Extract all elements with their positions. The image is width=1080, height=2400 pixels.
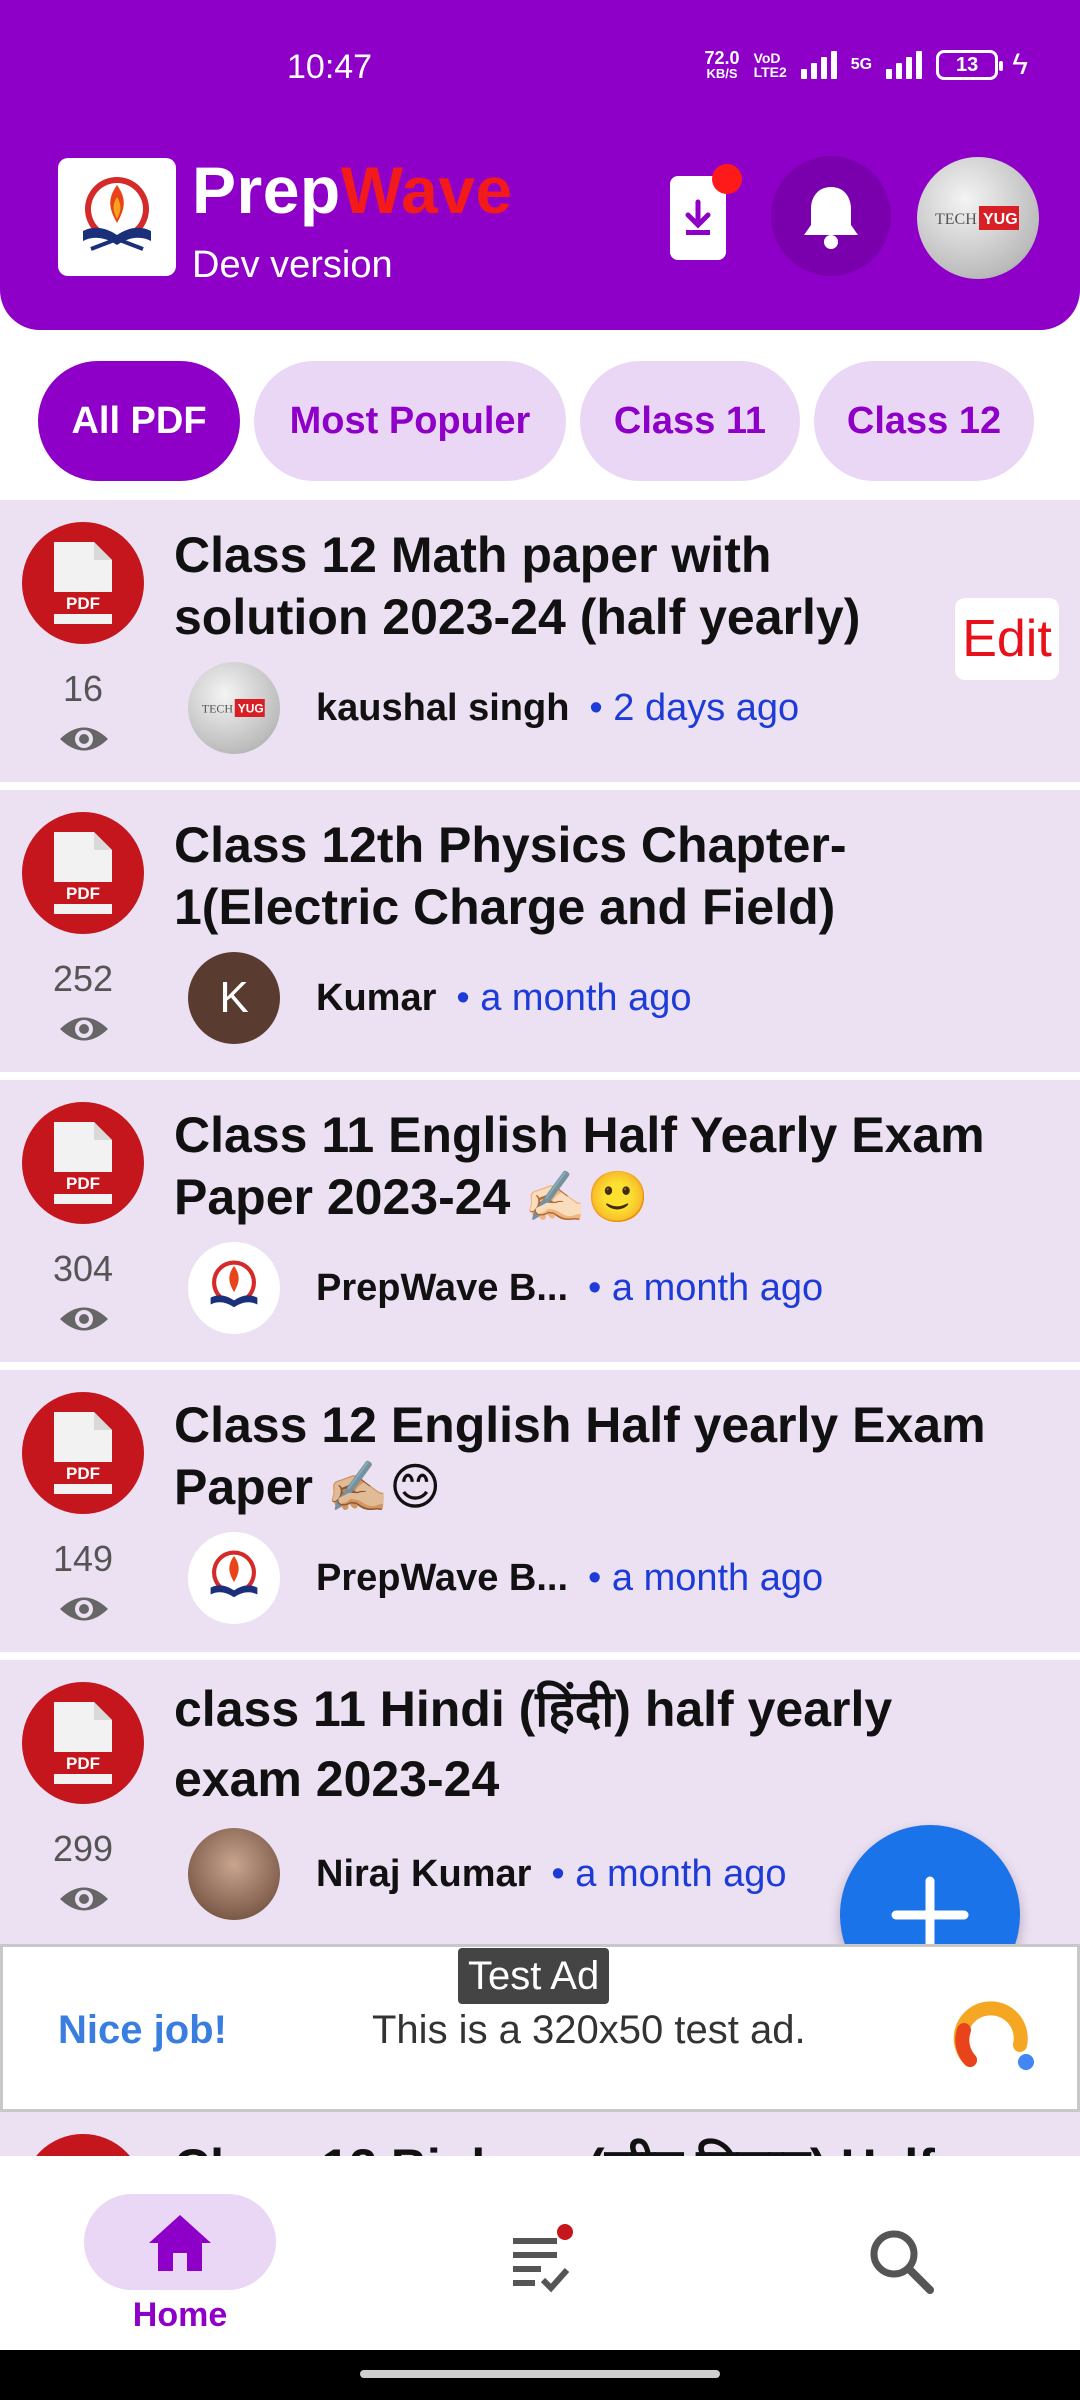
view-count: 252 (52, 958, 114, 999)
list-item[interactable]: PDF 16 Class 12 Math paper with solution… (0, 500, 1080, 782)
author-name: Kumar (316, 976, 437, 1019)
view-count: 299 (52, 1828, 114, 1869)
author-avatar: K (188, 952, 280, 1044)
post-time: • a month ago (588, 1556, 824, 1599)
list-item[interactable]: PDF 304 Class 11 English Half Yearly Exa… (0, 1080, 1080, 1362)
ad-tag: Test Ad (458, 1948, 610, 2004)
plus-icon (891, 1876, 969, 1954)
eye-icon (60, 1017, 108, 1041)
nav-home-label: Home (132, 2296, 228, 2334)
pdf-icon: PDF (22, 1682, 144, 1804)
svg-text:PDF: PDF (66, 1464, 100, 1483)
pdf-icon: PDF (22, 812, 144, 934)
post-time: • 2 days ago (589, 686, 800, 729)
bell-icon (804, 187, 858, 249)
view-count: 304 (52, 1248, 114, 1289)
item-meta: PrepWave B... • a month ago (188, 1532, 823, 1624)
task-list-icon[interactable] (505, 2222, 575, 2296)
item-meta: K Kumar • a month ago (188, 952, 692, 1044)
techyug-logo-icon: TECH YUG (935, 206, 1019, 230)
admob-logo-icon (953, 2001, 1034, 2070)
system-gesture-bar (0, 2350, 1080, 2400)
app-subtitle: Dev version (192, 244, 393, 286)
pdf-title: class 11 Hindi (हिंदी) half yearly exam … (174, 1681, 893, 1807)
signal-icon-2 (886, 51, 923, 79)
search-icon[interactable] (866, 2226, 936, 2296)
post-time: • a month ago (588, 1266, 824, 1309)
nav-home[interactable] (84, 2194, 276, 2290)
author-name: kaushal singh (316, 686, 570, 729)
pdf-icon: PDF (22, 1392, 144, 1514)
app-title: PrepWave (192, 153, 513, 227)
chip-most-popular[interactable]: Most Populer (254, 361, 566, 481)
pdf-title: Class 11 English Half Yearly Exam Paper … (174, 1107, 985, 1225)
item-meta: PrepWave B... • a month ago (188, 1242, 823, 1334)
author-avatar (188, 1828, 280, 1920)
prepwave-logo-icon (210, 1550, 258, 1598)
notification-dot (712, 164, 742, 194)
net-speed: 72.0 KB/S (704, 48, 740, 81)
list-item[interactable]: PDF 252 Class 12th Physics Chapter-1(Ele… (0, 790, 1080, 1072)
notifications-button[interactable] (771, 156, 891, 276)
profile-avatar[interactable]: TECH YUG (917, 157, 1039, 279)
post-time: • a month ago (456, 976, 692, 1019)
volte-indicator: VoD LTE2 (753, 50, 787, 80)
author-name: Niraj Kumar (316, 1852, 532, 1895)
svg-text:PDF: PDF (66, 1174, 100, 1193)
prepwave-logo-icon (83, 177, 151, 251)
pdf-icon: PDF (22, 1102, 144, 1224)
signal-icon (800, 51, 837, 79)
prepwave-logo-icon (210, 1260, 258, 1308)
eye-icon (60, 727, 108, 751)
download-icon (685, 199, 711, 235)
status-time: 10:47 (287, 48, 373, 86)
list-item[interactable]: Class 12 Biology (जीव विज्ञान) Half (0, 2112, 1080, 2160)
status-icons: 72.0 KB/S VoD LTE2 5G 13 ϟ (705, 48, 1028, 82)
svg-text:TECH: TECH (202, 702, 234, 716)
eye-icon (60, 1307, 108, 1331)
downloads-button[interactable] (670, 164, 742, 260)
network-type: 5G (850, 56, 873, 73)
edit-button[interactable]: Edit (955, 598, 1059, 680)
view-count: 149 (52, 1538, 114, 1579)
svg-text:YUG: YUG (983, 211, 1018, 228)
svg-text:PDF: PDF (66, 1754, 100, 1773)
techyug-logo-icon: TECH YUG (202, 699, 265, 717)
pdf-title: Class 12 Math paper with solution 2023-2… (174, 527, 861, 645)
item-meta: Niraj Kumar • a month ago (188, 1828, 787, 1920)
chip-class-11[interactable]: Class 11 (580, 361, 800, 481)
item-meta: TECH YUG kaushal singh • 2 days ago (188, 662, 799, 754)
category-chips: All PDF Most Populer Class 11 Class 12 (30, 346, 1050, 496)
post-time: • a month ago (551, 1852, 787, 1895)
svg-text:PDF: PDF (66, 594, 100, 613)
view-count: 16 (62, 668, 104, 709)
svg-text:TECH: TECH (935, 211, 977, 228)
home-icon (149, 2215, 211, 2271)
app-logo (58, 158, 176, 276)
author-avatar (188, 1532, 280, 1624)
list-item[interactable]: PDF 149 Class 12 English Half yearly Exa… (0, 1370, 1080, 1652)
ad-cta[interactable]: Nice job! (58, 2008, 227, 2053)
ad-text: This is a 320x50 test ad. (372, 2008, 806, 2052)
author-name: PrepWave B... (316, 1556, 569, 1599)
battery-icon: 13 (936, 50, 1004, 80)
charging-icon: ϟ (1012, 48, 1028, 81)
svg-text:YUG: YUG (238, 702, 264, 716)
status-bar: 10:47 72.0 KB/S VoD LTE2 5G 13 ϟ (0, 48, 1080, 98)
author-avatar (188, 1242, 280, 1334)
eye-icon (60, 1887, 108, 1911)
app-header: 10:47 72.0 KB/S VoD LTE2 5G 13 ϟ PrepWav… (0, 0, 1080, 330)
pdf-title: Class 12 English Half yearly Exam Paper … (174, 1397, 986, 1515)
eye-icon (60, 1597, 108, 1621)
svg-text:PDF: PDF (66, 884, 100, 903)
pdf-icon: PDF (22, 522, 144, 644)
bottom-nav: Home (0, 2156, 1080, 2350)
chip-class-12[interactable]: Class 12 (814, 361, 1034, 481)
pdf-title: Class 12th Physics Chapter-1(Electric Ch… (174, 817, 847, 935)
author-name: PrepWave B... (316, 1266, 569, 1309)
chip-all-pdf[interactable]: All PDF (38, 361, 240, 481)
author-avatar: TECH YUG (188, 662, 280, 754)
home-indicator[interactable] (360, 2370, 720, 2378)
